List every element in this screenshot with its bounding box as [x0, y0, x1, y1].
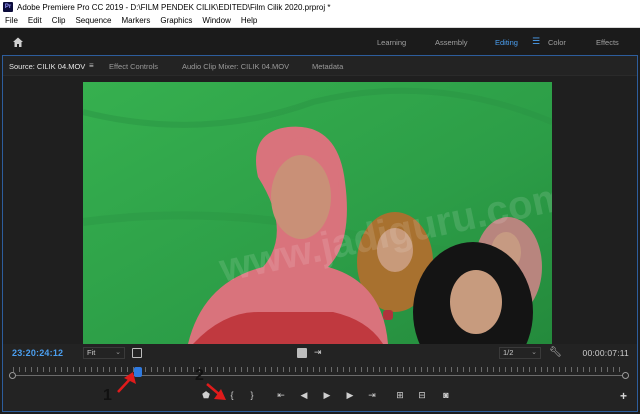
drag-video-icon[interactable] — [297, 348, 307, 358]
export-frame-icon[interactable]: ◙ — [439, 389, 453, 401]
title-bar: Pr Adobe Premiere Pro CC 2019 - D:\FILM … — [0, 0, 640, 14]
transport-controls: ⬟ { } ⇤ ◀ ▶ ▶ ⇥ ⊞ ⊟ ◙ + — [3, 387, 637, 405]
source-monitor-panel: Source: CILIK 04.MOV ≡ Effect Controls A… — [2, 55, 638, 412]
video-frame-image: www.jadiguru.com — [83, 82, 552, 344]
zoom-select[interactable]: Fit ⌄ — [83, 347, 125, 359]
workspace-tab-effects[interactable]: Effects — [596, 38, 619, 47]
settings-toggle-icon[interactable] — [132, 348, 142, 358]
video-frame: www.jadiguru.com — [83, 82, 552, 344]
overwrite-icon[interactable]: ⊟ — [415, 389, 429, 401]
ruler-ticks — [13, 367, 625, 372]
zoom-value: Fit — [87, 348, 96, 357]
duration-timecode: 00:00:07:11 — [582, 348, 629, 358]
workspace-bar: Learning Assembly Editing ☰ Color Effect… — [0, 28, 640, 55]
menu-graphics[interactable]: Graphics — [155, 16, 197, 25]
playhead[interactable] — [134, 367, 143, 377]
step-forward-icon[interactable]: ▶ — [343, 389, 357, 401]
window-title: Adobe Premiere Pro CC 2019 - D:\FILM PEN… — [17, 2, 331, 12]
time-ruler[interactable] — [9, 363, 629, 379]
insert-icon[interactable]: ⊞ — [393, 389, 407, 401]
add-button-icon[interactable]: + — [620, 389, 627, 403]
tab-effect-controls[interactable]: Effect Controls — [109, 62, 158, 71]
menu-file[interactable]: File — [0, 16, 23, 25]
menu-sequence[interactable]: Sequence — [70, 16, 116, 25]
go-to-out-icon[interactable]: ⇥ — [365, 389, 379, 401]
tab-source[interactable]: Source: CILIK 04.MOV — [9, 62, 85, 71]
wrench-icon[interactable]: 🔧︎ — [549, 347, 562, 358]
annotation-number-1: 1 — [103, 387, 112, 404]
chevron-down-icon: ⌄ — [531, 349, 537, 356]
menu-markers[interactable]: Markers — [117, 16, 156, 25]
panel-menu-icon[interactable]: ≡ — [89, 61, 94, 70]
workspace-tab-editing[interactable]: Editing — [495, 38, 518, 47]
play-icon[interactable]: ▶ — [320, 389, 334, 401]
tab-audio-clip-mixer[interactable]: Audio Clip Mixer: CILIK 04.MOV — [182, 62, 289, 71]
menu-edit[interactable]: Edit — [23, 16, 47, 25]
chevron-down-icon: ⌄ — [115, 349, 121, 356]
menu-clip[interactable]: Clip — [47, 16, 71, 25]
resolution-value: 1/2 — [503, 348, 514, 357]
viewer-info-row: 23:20:24:12 Fit ⌄ ⇥ 1/2 ⌄ 🔧︎ 00:00:07:11 — [3, 345, 637, 361]
premiere-app-icon: Pr — [3, 2, 13, 12]
mark-in-icon[interactable]: { — [225, 389, 239, 401]
menu-bar: File Edit Clip Sequence Markers Graphics… — [0, 14, 640, 28]
workspace-menu-icon[interactable]: ☰ — [532, 36, 540, 47]
home-icon[interactable] — [11, 35, 25, 49]
ruler-start-handle[interactable] — [9, 372, 16, 379]
mark-out-icon[interactable]: } — [245, 389, 259, 401]
resolution-select[interactable]: 1/2 ⌄ — [499, 347, 541, 359]
menu-help[interactable]: Help — [236, 16, 262, 25]
drag-audio-icon[interactable]: ⇥ — [314, 347, 322, 358]
program-viewer[interactable]: www.jadiguru.com — [3, 76, 637, 344]
workspace-tab-color[interactable]: Color — [548, 38, 566, 47]
annotation-number-2: 2 — [195, 367, 204, 384]
ruler-end-handle[interactable] — [622, 372, 629, 379]
panel-tabs: Source: CILIK 04.MOV ≡ Effect Controls A… — [3, 56, 637, 76]
tab-metadata[interactable]: Metadata — [312, 62, 343, 71]
ruler-track — [13, 375, 625, 376]
workspace-tab-learning[interactable]: Learning — [377, 38, 406, 47]
add-marker-icon[interactable]: ⬟ — [199, 389, 213, 401]
current-timecode[interactable]: 23:20:24:12 — [12, 348, 63, 358]
workspace-tab-assembly[interactable]: Assembly — [435, 38, 468, 47]
go-to-in-icon[interactable]: ⇤ — [274, 389, 288, 401]
menu-window[interactable]: Window — [197, 16, 235, 25]
step-back-icon[interactable]: ◀ — [297, 389, 311, 401]
